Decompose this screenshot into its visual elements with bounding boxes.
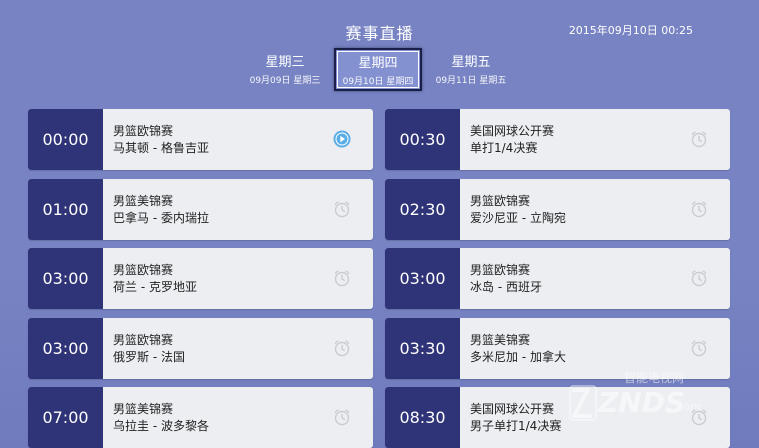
event-card[interactable]: 03:00 男篮欧锦赛 荷兰 - 克罗地亚	[28, 248, 373, 309]
event-league: 男篮美锦赛	[113, 402, 174, 416]
event-match: 荷兰 - 克罗地亚	[113, 280, 197, 294]
tab-wednesday[interactable]: 星期三 09月09日 星期三	[241, 49, 329, 92]
event-text: 男篮美锦赛 多米尼加 - 加拿大	[470, 332, 566, 366]
play-icon[interactable]	[333, 130, 351, 148]
alarm-clock-icon[interactable]	[333, 200, 351, 218]
event-card[interactable]: 03:30 男篮美锦赛 多米尼加 - 加拿大	[385, 318, 730, 379]
event-league: 美国网球公开赛	[470, 124, 555, 138]
event-text: 男篮欧锦赛 爱沙尼亚 - 立陶宛	[470, 193, 566, 227]
tab-weekday: 星期三	[265, 55, 305, 70]
event-time: 03:00	[385, 248, 460, 309]
day-tabs: 星期三 09月09日 星期三 星期四 09月10日 星期四 星期五 09月11日…	[0, 48, 759, 94]
alarm-clock-icon[interactable]	[690, 130, 708, 148]
event-card[interactable]: 08:30 美国网球公开赛 男子单打1/4决赛	[385, 387, 730, 448]
event-league: 男篮美锦赛	[113, 194, 174, 208]
alarm-clock-icon[interactable]	[690, 339, 708, 357]
event-time: 08:30	[385, 387, 460, 448]
event-match: 俄罗斯 - 法国	[113, 350, 185, 364]
event-text: 男篮美锦赛 乌拉圭 - 波多黎各	[113, 401, 209, 435]
tab-date: 09月11日 星期五	[435, 76, 507, 86]
event-card[interactable]: 07:00 男篮美锦赛 乌拉圭 - 波多黎各	[28, 387, 373, 448]
event-card[interactable]: 00:30 美国网球公开赛 单打1/4决赛	[385, 109, 730, 170]
event-league: 美国网球公开赛	[470, 402, 555, 416]
alarm-clock-icon[interactable]	[690, 408, 708, 426]
alarm-clock-icon[interactable]	[333, 269, 351, 287]
tab-date: 09月09日 星期三	[249, 76, 321, 86]
alarm-clock-icon[interactable]	[690, 269, 708, 287]
event-time: 00:30	[385, 109, 460, 170]
event-time: 03:30	[385, 318, 460, 379]
event-league: 男篮美锦赛	[470, 333, 531, 347]
event-league: 男篮欧锦赛	[470, 194, 531, 208]
event-match: 冰岛 - 西班牙	[470, 280, 542, 294]
event-league: 男篮欧锦赛	[470, 263, 531, 277]
event-match: 爱沙尼亚 - 立陶宛	[470, 211, 566, 225]
datetime-display: 2015年09月10日 00:25	[568, 24, 693, 37]
event-text: 男篮美锦赛 巴拿马 - 委内瑞拉	[113, 193, 209, 227]
event-text: 美国网球公开赛 男子单打1/4决赛	[470, 401, 561, 435]
event-time: 00:00	[28, 109, 103, 170]
event-card[interactable]: 03:00 男篮欧锦赛 冰岛 - 西班牙	[385, 248, 730, 309]
event-match: 单打1/4决赛	[470, 141, 538, 155]
event-card[interactable]: 03:00 男篮欧锦赛 俄罗斯 - 法国	[28, 318, 373, 379]
tab-weekday: 星期四	[358, 56, 398, 71]
tab-friday[interactable]: 星期五 09月11日 星期五	[427, 49, 515, 92]
tab-weekday: 星期五	[451, 55, 491, 70]
tv-screen: 赛事直播 2015年09月10日 00:25 星期三 09月09日 星期三 星期…	[0, 0, 759, 448]
alarm-clock-icon[interactable]	[333, 408, 351, 426]
event-card[interactable]: 00:00 男篮欧锦赛 马其顿 - 格鲁吉亚	[28, 109, 373, 170]
alarm-clock-icon[interactable]	[333, 339, 351, 357]
event-text: 男篮欧锦赛 冰岛 - 西班牙	[470, 262, 542, 296]
event-league: 男篮欧锦赛	[113, 263, 174, 277]
event-match: 巴拿马 - 委内瑞拉	[113, 211, 209, 225]
tab-date: 09月10日 星期四	[342, 77, 414, 87]
tab-thursday[interactable]: 星期四 09月10日 星期四	[334, 48, 422, 91]
event-time: 01:00	[28, 179, 103, 240]
event-league: 男篮欧锦赛	[113, 124, 174, 138]
alarm-clock-icon[interactable]	[690, 200, 708, 218]
event-match: 多米尼加 - 加拿大	[470, 350, 566, 364]
event-text: 男篮欧锦赛 俄罗斯 - 法国	[113, 332, 185, 366]
event-card[interactable]: 01:00 男篮美锦赛 巴拿马 - 委内瑞拉	[28, 179, 373, 240]
event-match: 男子单打1/4决赛	[470, 419, 562, 433]
event-card[interactable]: 02:30 男篮欧锦赛 爱沙尼亚 - 立陶宛	[385, 179, 730, 240]
event-match: 乌拉圭 - 波多黎各	[113, 419, 209, 433]
event-time: 02:30	[385, 179, 460, 240]
event-text: 男篮欧锦赛 荷兰 - 克罗地亚	[113, 262, 197, 296]
event-match: 马其顿 - 格鲁吉亚	[113, 141, 209, 155]
event-text: 美国网球公开赛 单打1/4决赛	[470, 123, 554, 157]
event-time: 03:00	[28, 248, 103, 309]
event-text: 男篮欧锦赛 马其顿 - 格鲁吉亚	[113, 123, 209, 157]
event-league: 男篮欧锦赛	[113, 333, 174, 347]
event-time: 03:00	[28, 318, 103, 379]
event-time: 07:00	[28, 387, 103, 448]
